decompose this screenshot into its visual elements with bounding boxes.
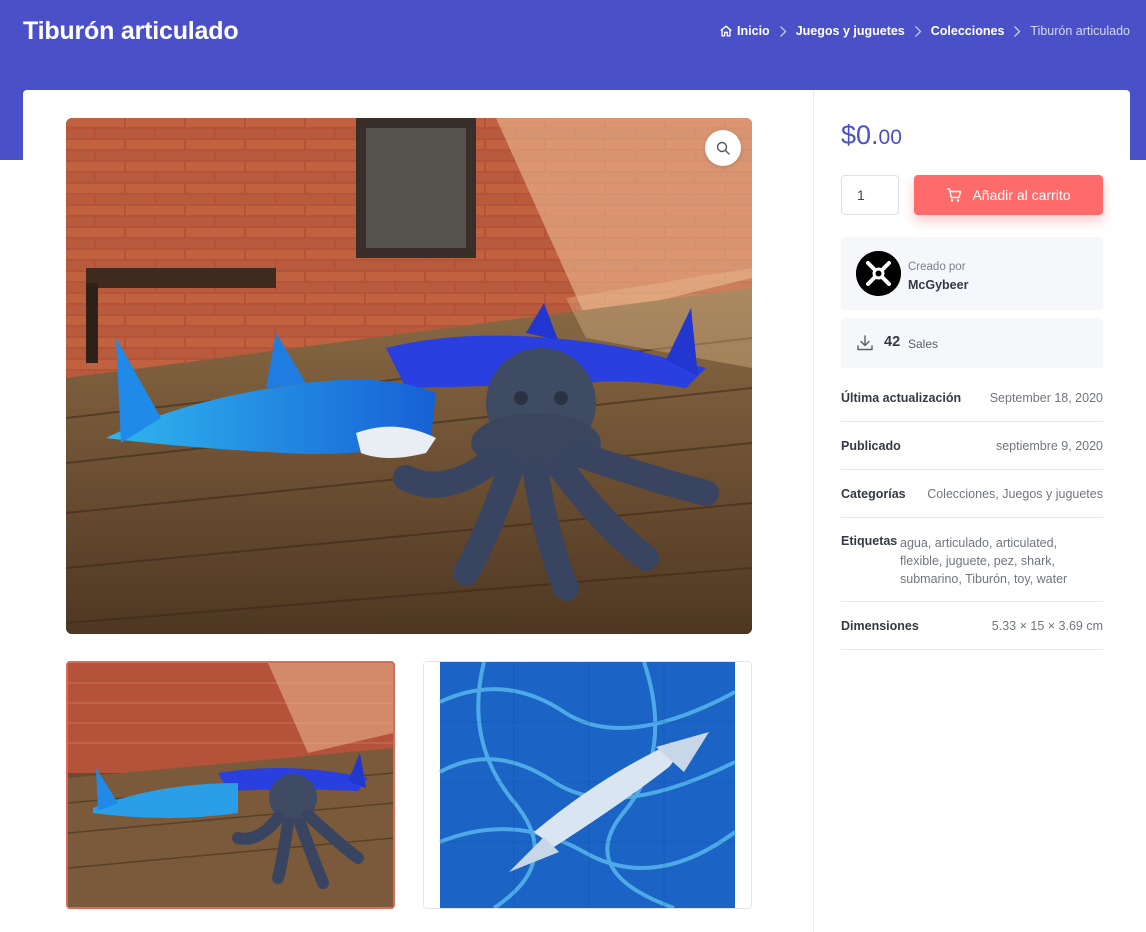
shark-octopus-photo [66, 118, 752, 634]
meta-key: Categorías [841, 487, 906, 501]
meta-value: September 18, 2020 [989, 391, 1103, 405]
meta-row-dimensions: Dimensiones 5.33 × 15 × 3.69 cm [841, 602, 1103, 650]
thumbnail-photo-deck [68, 663, 393, 907]
price-main: $0. [841, 120, 879, 150]
meta-key: Dimensiones [841, 619, 919, 633]
cart-icon [947, 188, 962, 202]
add-to-cart-label: Añadir al carrito [972, 187, 1071, 203]
breadcrumb-juegos[interactable]: Juegos y juguetes [796, 24, 905, 38]
thumbnail-photo-pool [424, 662, 751, 908]
meta-row-tags: Etiquetas agua, articulado, articulated,… [841, 518, 1103, 602]
page-title: Tiburón articulado [23, 17, 239, 45]
meta-key: Etiquetas [841, 534, 898, 548]
avatar [856, 251, 901, 296]
home-icon [720, 25, 732, 37]
meta-row-categories: Categorías Colecciones, Juegos y juguete… [841, 470, 1103, 518]
meta-key: Última actualización [841, 391, 962, 405]
meta-key: Publicado [841, 439, 901, 453]
meta-value-links[interactable]: Colecciones, Juegos y juguetes [927, 487, 1103, 501]
author-box[interactable]: Creado por McGybeer [841, 237, 1103, 310]
column-divider [813, 90, 814, 932]
meta-row-updated: Última actualización September 18, 2020 [841, 374, 1103, 422]
meta-value: septiembre 9, 2020 [995, 439, 1103, 453]
zoom-button[interactable] [705, 130, 741, 166]
product-price: $0. 00 [841, 120, 902, 151]
thumbnail-1[interactable] [66, 661, 395, 909]
sales-label: Sales [908, 337, 939, 351]
author-name[interactable]: McGybeer [908, 278, 968, 292]
chevron-right-icon [914, 25, 922, 37]
add-to-cart-button[interactable]: Añadir al carrito [914, 175, 1103, 215]
breadcrumb-label: Inicio [737, 24, 770, 38]
sales-box: 42 Sales [841, 318, 1103, 368]
chevron-right-icon [1014, 25, 1021, 37]
breadcrumb-home[interactable]: Inicio [719, 24, 770, 38]
meta-value-links[interactable]: agua, articulado, articulated, flexible,… [900, 534, 1100, 588]
quantity-input[interactable] [841, 175, 899, 215]
breadcrumb-colecciones[interactable]: Colecciones [931, 24, 1005, 38]
price-cents: 00 [878, 126, 902, 149]
author-logo-icon [856, 251, 901, 296]
breadcrumb: Inicio Juegos y juguetes Colecciones Tib… [719, 24, 1130, 38]
main-product-image[interactable] [66, 118, 752, 634]
author-label: Creado por [908, 261, 966, 273]
meta-row-published: Publicado septiembre 9, 2020 [841, 422, 1103, 470]
chevron-right-icon [779, 25, 787, 37]
meta-value: 5.33 × 15 × 3.69 cm [991, 619, 1103, 633]
download-icon [857, 335, 873, 351]
breadcrumb-current: Tiburón articulado [1030, 24, 1130, 38]
thumbnail-2[interactable] [423, 661, 752, 909]
sales-count: 42 [884, 334, 901, 350]
zoom-icon [716, 141, 730, 155]
